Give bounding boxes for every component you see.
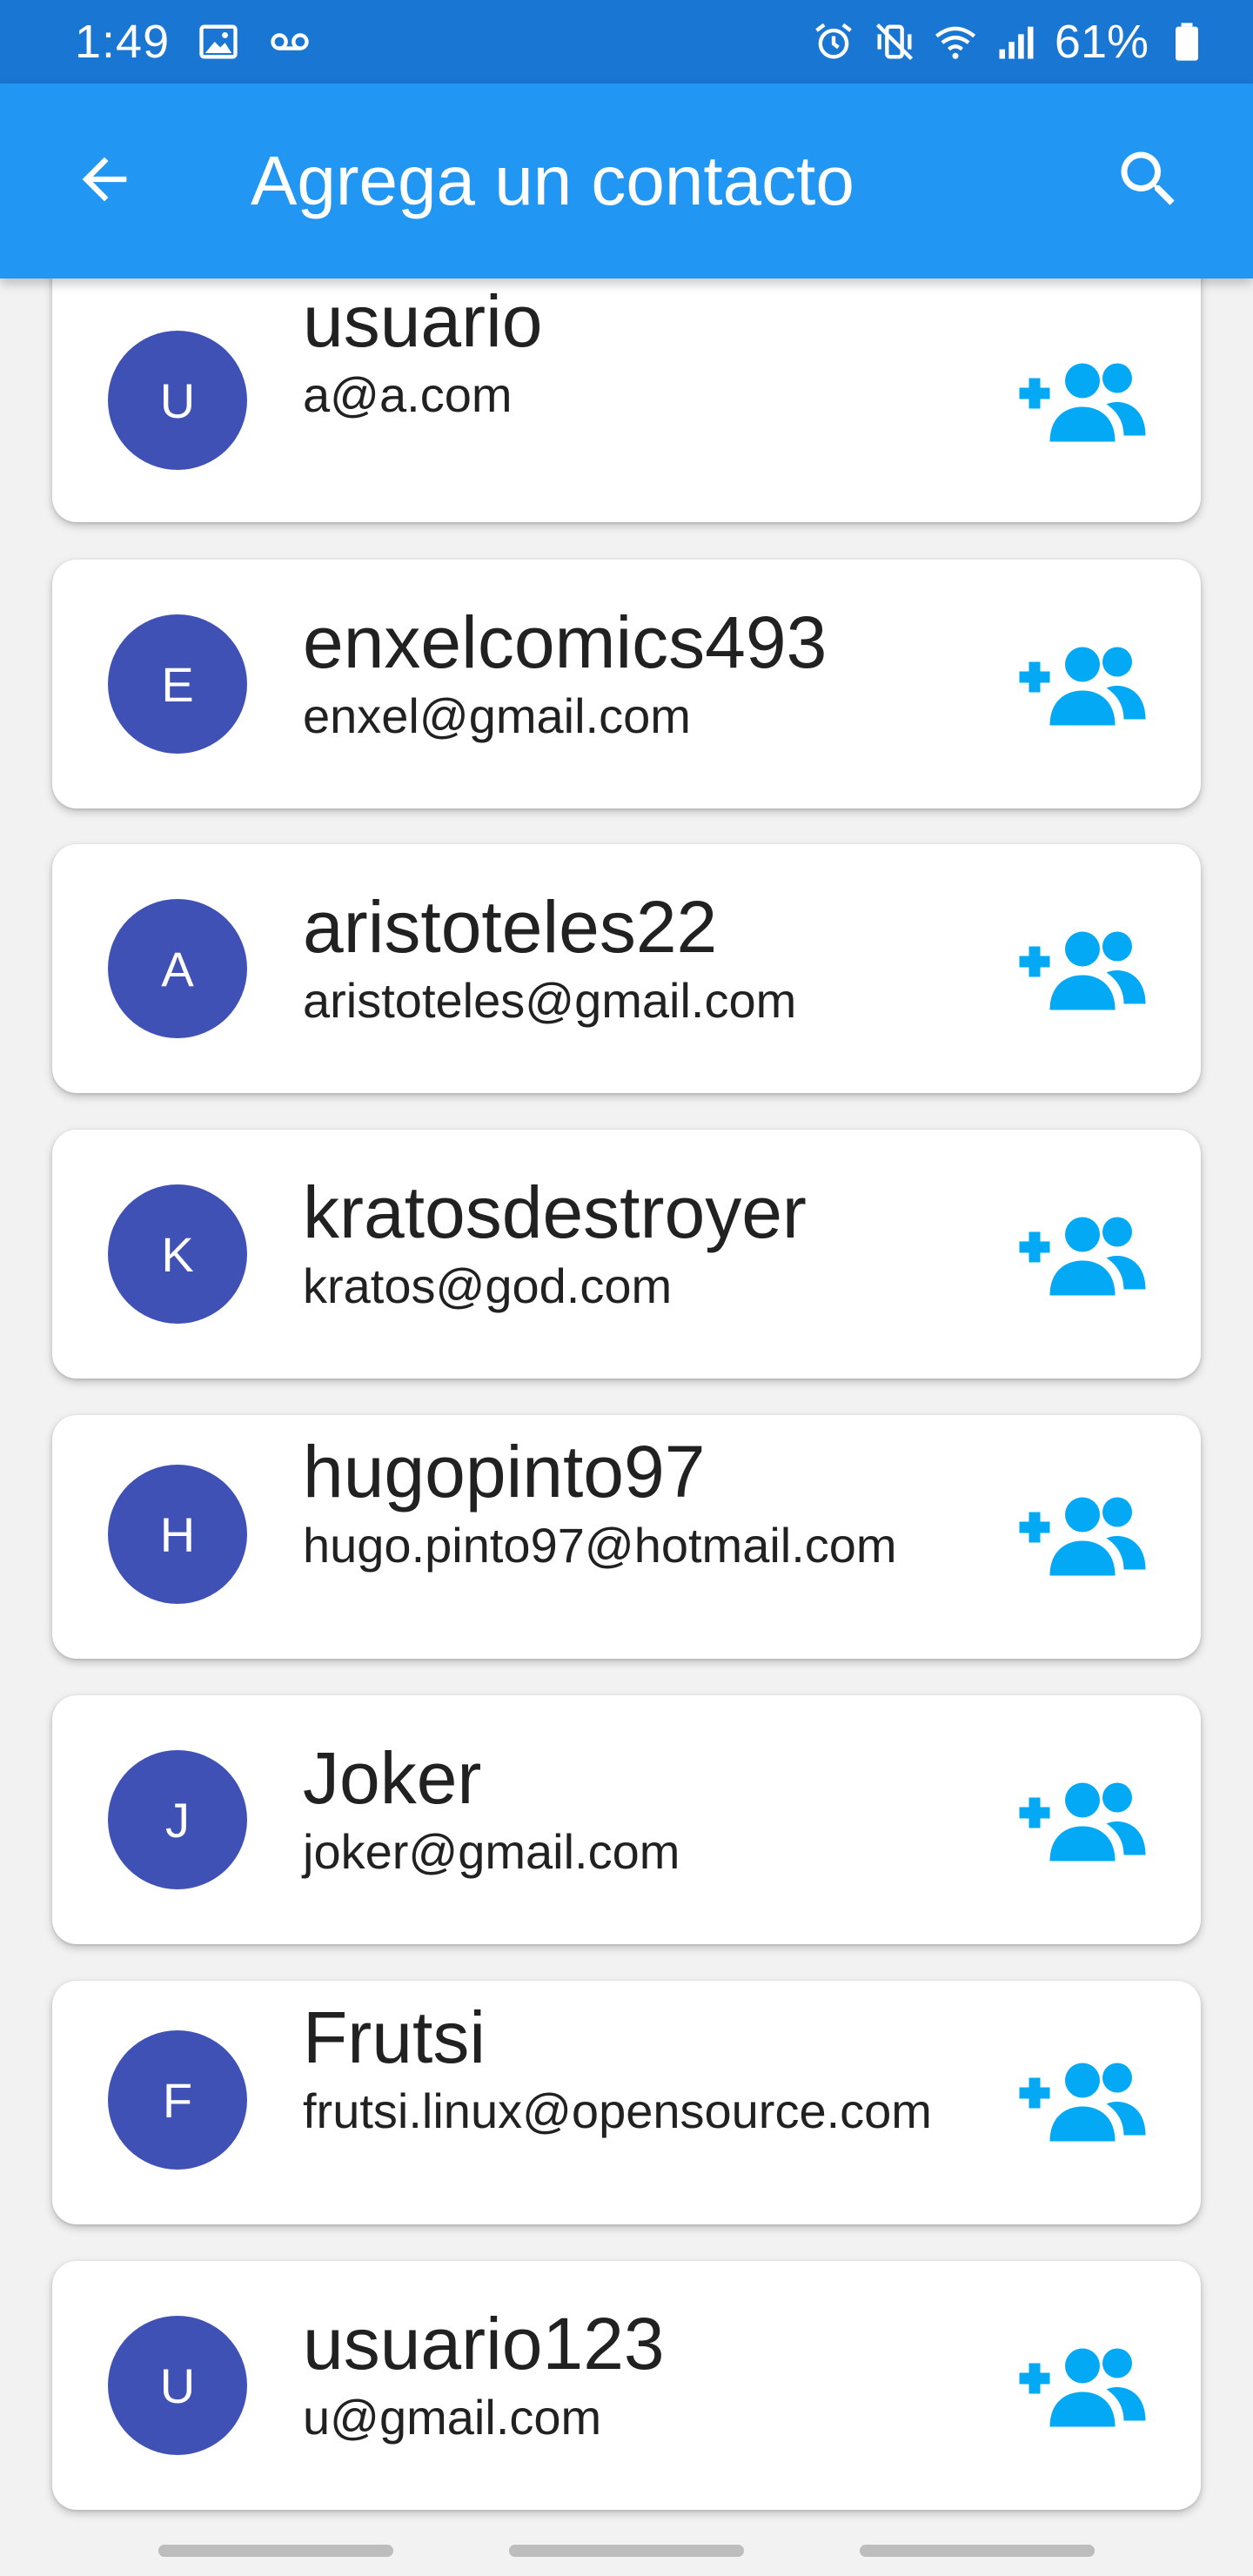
group-add-icon <box>1019 363 1146 442</box>
avatar: A <box>108 899 247 1038</box>
contact-name: hugopinto97 <box>303 1431 706 1513</box>
group-add-icon <box>1019 647 1146 726</box>
group-add-icon <box>1019 1217 1146 1296</box>
add-contact-button[interactable] <box>1013 1202 1152 1306</box>
contact-text: Joker joker@gmail.com <box>303 1735 973 1883</box>
nav-home-handle[interactable] <box>509 2545 744 2557</box>
group-add-icon <box>1019 2348 1146 2427</box>
contact-card[interactable]: J Joker joker@gmail.com <box>52 1695 1201 1944</box>
vibrate-mute-icon <box>872 19 917 64</box>
group-add-icon <box>1019 2063 1146 2142</box>
avatar: E <box>108 614 247 754</box>
contact-text: usuario123 u@gmail.com <box>303 2301 973 2449</box>
app-bar: Agrega un contacto <box>0 84 1253 278</box>
contact-card[interactable]: U usuario123 u@gmail.com <box>52 2261 1201 2510</box>
contact-email: hugo.pinto97@hotmail.com <box>303 1518 897 1573</box>
nav-recents-handle[interactable] <box>158 2545 393 2557</box>
contact-list[interactable]: U usuario a@a.com E enxelcomics493 enxel… <box>0 278 1253 2524</box>
battery-percentage: 61% <box>1054 16 1149 68</box>
contact-name: usuario123 <box>303 2303 665 2385</box>
image-icon <box>196 19 241 64</box>
alarm-icon <box>811 19 856 64</box>
contact-card[interactable]: H hugopinto97 hugo.pinto97@hotmail.com <box>52 1415 1201 1659</box>
contact-name: aristoteles22 <box>303 886 718 968</box>
add-contact-button[interactable] <box>1013 2048 1152 2152</box>
back-button[interactable] <box>52 127 157 231</box>
add-contact-button[interactable] <box>1013 632 1152 736</box>
arrow-back-icon <box>82 157 127 202</box>
contact-text: usuario a@a.com <box>303 278 973 426</box>
status-left: 1:49 <box>75 0 312 84</box>
status-bar: 1:49 61% <box>0 0 1253 84</box>
contact-name: kratosdestroyer <box>303 1171 807 1253</box>
add-contact-button[interactable] <box>1013 348 1152 453</box>
signal-icon <box>994 19 1039 64</box>
contact-email: kratos@god.com <box>303 1258 673 1313</box>
group-add-icon <box>1019 1497 1146 1576</box>
search-button[interactable] <box>1096 127 1201 231</box>
wifi-icon <box>933 19 978 64</box>
voicemail-icon <box>267 19 312 64</box>
system-nav-bar <box>0 2524 1253 2576</box>
contact-email: aristoteles@gmail.com <box>303 973 797 1028</box>
avatar: K <box>108 1184 247 1324</box>
search-icon <box>1121 151 1175 205</box>
add-contact-button[interactable] <box>1013 1482 1152 1587</box>
add-contact-button[interactable] <box>1013 1768 1152 1872</box>
add-contact-button[interactable] <box>1013 2333 1152 2438</box>
contact-email: u@gmail.com <box>303 2390 602 2445</box>
group-add-icon <box>1019 1782 1146 1862</box>
nav-back-handle[interactable] <box>860 2545 1095 2557</box>
avatar: F <box>108 2030 247 2170</box>
contact-email: joker@gmail.com <box>303 1824 680 1879</box>
battery-icon <box>1164 19 1209 64</box>
status-time: 1:49 <box>75 16 171 68</box>
avatar: U <box>108 331 247 470</box>
contact-card[interactable]: F Frutsi frutsi.linux@opensource.com <box>52 1981 1201 2224</box>
contact-card[interactable]: U usuario a@a.com <box>52 278 1201 522</box>
contact-card[interactable]: E enxelcomics493 enxel@gmail.com <box>52 560 1201 808</box>
contact-text: aristoteles22 aristoteles@gmail.com <box>303 884 973 1032</box>
contact-name: Joker <box>303 1737 482 1819</box>
contact-email: a@a.com <box>303 367 513 422</box>
avatar: J <box>108 1750 247 1889</box>
add-contact-button[interactable] <box>1013 916 1152 1021</box>
status-right: 61% <box>811 0 1209 84</box>
avatar: U <box>108 2316 247 2455</box>
contact-text: kratosdestroyer kratos@god.com <box>303 1170 973 1318</box>
page-title: Agrega un contacto <box>251 142 854 219</box>
contact-text: enxelcomics493 enxel@gmail.com <box>303 600 973 748</box>
group-add-icon <box>1019 931 1146 1010</box>
contact-name: Frutsi <box>303 1996 486 2078</box>
contact-card[interactable]: K kratosdestroyer kratos@god.com <box>52 1130 1201 1379</box>
contact-email: enxel@gmail.com <box>303 688 691 743</box>
contact-text: hugopinto97 hugo.pinto97@hotmail.com <box>303 1429 973 1577</box>
contact-email: frutsi.linux@opensource.com <box>303 2083 932 2138</box>
contact-name: enxelcomics493 <box>303 601 828 683</box>
contact-card[interactable]: A aristoteles22 aristoteles@gmail.com <box>52 844 1201 1093</box>
contact-text: Frutsi frutsi.linux@opensource.com <box>303 1995 973 2143</box>
avatar: H <box>108 1465 247 1604</box>
contact-name: usuario <box>303 280 543 362</box>
